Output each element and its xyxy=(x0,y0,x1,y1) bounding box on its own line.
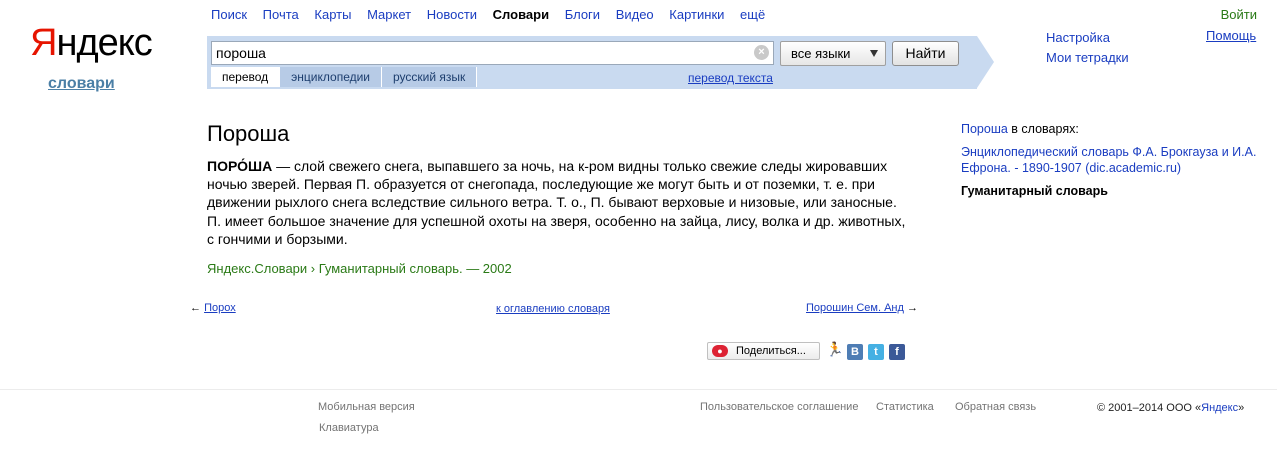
nav-more[interactable]: ещё xyxy=(740,7,765,22)
sidebar-word-link[interactable]: Пороша xyxy=(961,122,1008,136)
logo-rest: ндекс xyxy=(56,22,152,64)
prev-entry-link[interactable]: Порох xyxy=(204,302,236,314)
find-button[interactable]: Найти xyxy=(892,41,959,66)
article-text: — слой свежего снега, выпавшего за ночь,… xyxy=(207,158,906,247)
tab-russian[interactable]: русский язык xyxy=(382,67,478,87)
search-input-box[interactable] xyxy=(211,41,774,65)
nav-market[interactable]: Маркет xyxy=(367,7,411,22)
twitter-icon[interactable]: t xyxy=(868,344,884,360)
settings-link[interactable]: Настройка xyxy=(1046,28,1129,48)
help-link[interactable]: Помощь xyxy=(1206,28,1256,43)
feedback-link[interactable]: Обратная связь xyxy=(955,401,1036,413)
mobile-version-link[interactable]: Мобильная версия xyxy=(318,401,415,413)
login-link[interactable]: Войти xyxy=(1221,7,1257,22)
facebook-icon[interactable]: f xyxy=(889,344,905,360)
user-agreement-link[interactable]: Пользовательское соглашение xyxy=(700,401,858,413)
language-select[interactable]: все языки xyxy=(780,41,886,66)
nav-maps[interactable]: Карты xyxy=(314,7,351,22)
footer-divider xyxy=(0,389,1277,390)
nav-news[interactable]: Новости xyxy=(427,7,477,22)
user-links: Настройка Мои тетрадки xyxy=(1046,28,1129,68)
copyright-suffix: » xyxy=(1238,402,1245,414)
article-source: Яндекс.Словари › Гуманитарный словарь. —… xyxy=(207,261,512,276)
nav-search[interactable]: Поиск xyxy=(211,7,247,22)
dictionary-index-link[interactable]: к оглавлению словаря xyxy=(496,303,610,315)
nav-dictionaries[interactable]: Словари xyxy=(493,7,549,22)
share-icon: ● xyxy=(712,345,728,357)
logo-ya: Я xyxy=(30,22,57,64)
tab-translation[interactable]: перевод xyxy=(211,67,281,87)
prev-entry: ← Порох xyxy=(190,302,236,314)
notebooks-link[interactable]: Мои тетрадки xyxy=(1046,48,1129,68)
yandex-logo[interactable]: Яндекс xyxy=(30,22,153,64)
statistics-link[interactable]: Статистика xyxy=(876,401,934,413)
chevron-down-icon xyxy=(870,50,878,57)
nav-images[interactable]: Картинки xyxy=(669,7,724,22)
article-body: ПОРО́ША — слой свежего снега, выпавшего … xyxy=(207,157,907,248)
runner-icon[interactable]: 🏃 xyxy=(826,341,843,358)
clear-icon[interactable]: × xyxy=(754,45,769,60)
sidebar-dict-current: Гуманитарный словарь xyxy=(961,184,1108,198)
arrow-right-icon: → xyxy=(907,302,918,314)
next-entry-link[interactable]: Порошин Сем. Анд xyxy=(806,302,904,314)
copyright-prefix: © 2001–2014 ООО « xyxy=(1097,402,1202,414)
sidebar-dict-brockhaus[interactable]: Энциклопедический словарь Ф.А. Брокгауза… xyxy=(961,145,1256,175)
copyright: © 2001–2014 ООО «Яндекс» xyxy=(1097,402,1244,414)
keyboard-link[interactable]: Клавиатура xyxy=(319,422,379,434)
nav-mail[interactable]: Почта xyxy=(263,7,299,22)
top-nav: Поиск Почта Карты Маркет Новости Словари… xyxy=(211,7,777,22)
article-title: Пороша xyxy=(207,121,290,146)
dictionaries-logo-link[interactable]: словари xyxy=(48,75,115,93)
sidebar-dictionaries: Пороша в словарях: Энциклопедический сло… xyxy=(961,121,1261,199)
company-link[interactable]: Яндекс xyxy=(1201,402,1238,414)
sidebar-heading-text: в словарях: xyxy=(1007,122,1079,136)
share-label: Поделиться... xyxy=(736,345,806,357)
arrow-left-icon: ← xyxy=(190,302,201,314)
text-translation-link[interactable]: перевод текста xyxy=(688,71,773,85)
nav-video[interactable]: Видео xyxy=(616,7,654,22)
nav-blogs[interactable]: Блоги xyxy=(565,7,600,22)
language-select-value: все языки xyxy=(791,46,851,61)
next-entry: Порошин Сем. Анд → xyxy=(806,302,918,314)
search-tabs: перевод энциклопедии русский язык xyxy=(211,67,478,87)
vk-icon[interactable]: В xyxy=(847,344,863,360)
sidebar-heading: Пороша в словарях: xyxy=(961,121,1261,137)
search-panel-arrow xyxy=(977,36,994,88)
article-headword: ПОРО́ША xyxy=(207,158,273,174)
tab-encyclopedias[interactable]: энциклопедии xyxy=(280,67,383,87)
share-button[interactable]: ● Поделиться... xyxy=(707,342,820,360)
search-input[interactable] xyxy=(212,42,742,64)
